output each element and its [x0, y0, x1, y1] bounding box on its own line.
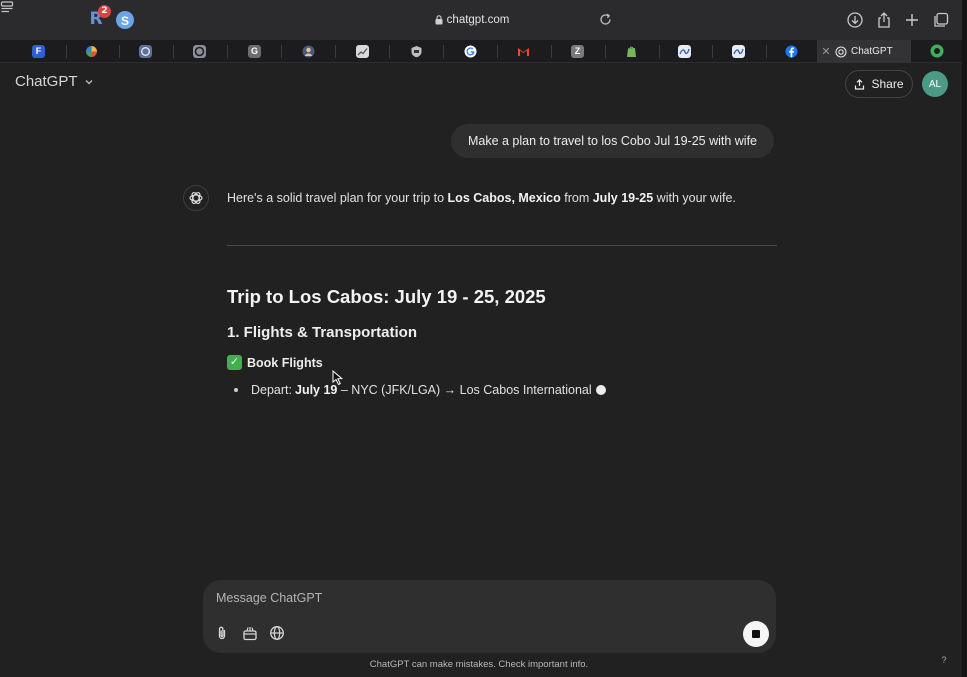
tab-favicon-pinwheel-icon[interactable]	[85, 45, 98, 58]
tab-favicon-wave-icon[interactable]	[732, 45, 745, 58]
bullet-route: – NYC (JFK/LGA) → Los Cabos Internationa…	[337, 383, 592, 397]
browser-toolbar: R 2 S chatgpt.com	[0, 0, 967, 40]
extension-r-icon[interactable]: R 2	[86, 5, 111, 29]
tab-favicon-gmail-icon[interactable]	[517, 45, 530, 58]
disclaimer: ChatGPT can make mistakes. Check importa…	[369, 659, 589, 670]
check-mark-icon: ✓	[227, 355, 242, 370]
close-tab-icon[interactable]: ✕	[817, 45, 835, 58]
openai-logo-icon	[835, 45, 847, 58]
chevron-down-icon	[85, 79, 93, 84]
tab-favicon-ring-icon[interactable]	[193, 45, 206, 58]
tab-favicon-person-icon[interactable]	[302, 45, 315, 58]
stop-icon	[752, 630, 760, 638]
tab-separator	[766, 45, 767, 58]
new-tab-icon[interactable]	[903, 11, 921, 29]
streaming-indicator	[595, 385, 606, 395]
tab-separator	[66, 45, 67, 58]
intro-destination: Los Cabos, Mexico	[447, 191, 561, 205]
model-selector[interactable]: ChatGPT	[15, 73, 94, 90]
tools-icon[interactable]	[242, 625, 258, 641]
tab-separator	[712, 45, 713, 58]
attach-icon[interactable]	[214, 625, 230, 641]
share-label: Share	[871, 77, 904, 91]
stop-generating-button[interactable]	[743, 621, 769, 647]
tab-overview-icon[interactable]	[0, 0, 14, 14]
message-input[interactable]: Message ChatGPT	[216, 591, 322, 605]
tab-favicon-circle-icon[interactable]	[139, 45, 152, 58]
tab-chatgpt[interactable]: ✕ ChatGPT	[817, 40, 911, 63]
task-label: Book Flights	[247, 355, 323, 370]
tab-favicon-chart-icon[interactable]	[356, 45, 369, 58]
active-tab-title: ChatGPT	[851, 46, 893, 57]
tab-favicon-wave-icon[interactable]	[678, 45, 691, 58]
tab-favicon-f[interactable]: F	[32, 45, 45, 58]
tab-separator	[335, 45, 336, 58]
openai-logo-icon	[189, 192, 203, 204]
window-edge	[962, 0, 967, 677]
model-selector-label: ChatGPT	[15, 73, 78, 90]
tab-separator	[389, 45, 390, 58]
intro-text: from	[560, 191, 593, 205]
share-icon	[855, 78, 865, 90]
mouse-cursor-icon	[332, 370, 344, 386]
intro-dates: July 19-25	[592, 191, 654, 205]
tab-favicon-facebook-icon[interactable]	[785, 45, 798, 58]
address-bar[interactable]: chatgpt.com	[322, 9, 622, 31]
globe-search-icon[interactable]	[269, 625, 285, 641]
task-book-flights: ✓ Book Flights	[227, 355, 323, 370]
bullet-prefix: Depart:	[251, 383, 292, 397]
tab-overview-grid-icon[interactable]	[932, 11, 950, 29]
tab-separator	[443, 45, 444, 58]
tab-separator	[605, 45, 606, 58]
tab-separator	[497, 45, 498, 58]
lock-icon	[435, 15, 443, 25]
tab-favicon-z[interactable]: Z	[571, 45, 584, 58]
tab-favicon-shield-icon[interactable]	[410, 45, 423, 58]
reload-icon[interactable]	[598, 12, 613, 27]
share-button[interactable]: Share	[845, 70, 913, 98]
help-button[interactable]: ?	[936, 652, 952, 668]
section-heading: 1. Flights & Transportation	[227, 324, 418, 341]
user-avatar[interactable]: AL	[922, 71, 948, 97]
tab-favicon-shopify-icon[interactable]	[625, 45, 638, 58]
intro-text: Here's a solid travel plan for your trip…	[227, 191, 448, 205]
assistant-intro: Here's a solid travel plan for your trip…	[227, 191, 736, 205]
plan-heading: Trip to Los Cabos: July 19 - 25, 2025	[227, 286, 546, 307]
tab-separator	[551, 45, 552, 58]
message-composer[interactable]: Message ChatGPT	[203, 580, 776, 653]
extension-s-icon[interactable]: S	[116, 11, 134, 29]
share-page-icon[interactable]	[875, 11, 893, 29]
intro-text: with your wife.	[653, 191, 736, 205]
tab-separator	[227, 45, 228, 58]
divider	[227, 245, 777, 246]
tab-favicon-g[interactable]: G	[248, 45, 261, 58]
extension-badge: 2	[98, 5, 111, 18]
tab-separator	[173, 45, 174, 58]
tab-favicon-google-icon[interactable]	[464, 45, 477, 58]
tab-bar: F G Z ✕ ChatGPT	[0, 40, 967, 63]
downloads-icon[interactable]	[846, 11, 864, 29]
tab-favicon-green-icon[interactable]	[930, 44, 944, 58]
tab-separator	[119, 45, 120, 58]
user-message-text: Make a plan to travel to los Cobo Jul 19…	[467, 134, 758, 148]
address-text: chatgpt.com	[446, 14, 510, 26]
tab-separator	[659, 45, 660, 58]
bullet-dot	[234, 388, 238, 392]
list-item: Depart: July 19 – NYC (JFK/LGA) → Los Ca…	[234, 383, 606, 397]
assistant-avatar	[183, 185, 209, 211]
tab-separator	[281, 45, 282, 58]
user-message: Make a plan to travel to los Cobo Jul 19…	[451, 124, 774, 158]
